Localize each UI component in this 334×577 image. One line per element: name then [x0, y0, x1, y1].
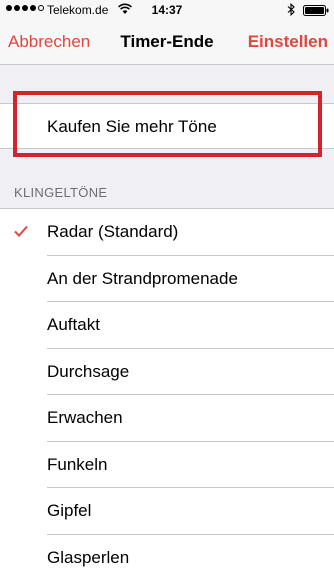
- ringtone-item[interactable]: An der Strandpromenade: [0, 256, 334, 303]
- ringtone-item[interactable]: Durchsage: [0, 349, 334, 396]
- ringtone-item[interactable]: Erwachen: [0, 395, 334, 442]
- ringtone-item[interactable]: Gipfel: [0, 488, 334, 535]
- ringtone-label: Funkeln: [47, 454, 108, 474]
- ringtone-label: Auftakt: [47, 315, 100, 334]
- buy-more-tones-label: Kaufen Sie mehr Töne: [47, 117, 217, 136]
- ringtone-label: Radar (Standard): [47, 222, 179, 241]
- ringtones-section-header: KLINGELTÖNE: [14, 185, 108, 200]
- ringtone-item[interactable]: Radar (Standard): [0, 209, 334, 256]
- bluetooth-icon: [287, 3, 295, 16]
- ringtone-label: Durchsage: [47, 361, 130, 381]
- buy-more-tones-cell[interactable]: Kaufen Sie mehr Töne: [0, 103, 334, 149]
- checkmark-icon: [14, 225, 28, 237]
- status-bar: Telekom.de 14:37: [0, 0, 334, 20]
- set-button[interactable]: Einstellen: [248, 32, 328, 52]
- ringtone-label: Gipfel: [47, 501, 92, 520]
- ringtone-label: Erwachen: [47, 408, 123, 427]
- ringtone-list: Radar (Standard) An der Strandpromenade Au…: [0, 208, 334, 577]
- navigation-bar: Abbrechen Timer-Ende Einstellen: [0, 20, 334, 65]
- ringtone-label: An der Strandpromenade: [47, 268, 238, 288]
- ringtone-item[interactable]: Auftakt: [0, 302, 334, 349]
- status-time: 14:37: [151, 3, 183, 17]
- ringtone-item[interactable]: Glasperlen: [0, 535, 334, 577]
- battery-icon: [303, 5, 329, 16]
- ringtone-item[interactable]: Funkeln: [0, 442, 334, 489]
- ringtone-label: Glasperlen: [47, 547, 130, 567]
